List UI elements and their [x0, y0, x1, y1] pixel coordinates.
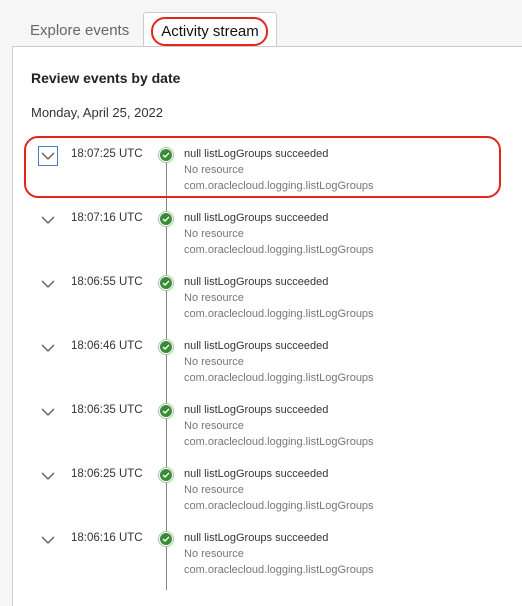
section-title: Review events by date: [31, 70, 181, 86]
event-title: null listLogGroups succeeded: [184, 212, 329, 224]
expand-chevron-button[interactable]: [38, 338, 58, 358]
event-title: null listLogGroups succeeded: [184, 404, 329, 416]
event-row: 18:06:46 UTC null listLogGroups succeede…: [0, 336, 522, 392]
event-time: 18:06:55 UTC: [71, 276, 143, 288]
event-resource: No resource: [184, 548, 244, 560]
check-circle-icon: [158, 403, 174, 419]
check-circle-icon: [158, 147, 174, 163]
event-type: com.oraclecloud.logging.listLogGroups: [184, 180, 374, 192]
event-type: com.oraclecloud.logging.listLogGroups: [184, 500, 374, 512]
expand-chevron-button[interactable]: [38, 146, 58, 166]
event-resource: No resource: [184, 356, 244, 368]
event-title: null listLogGroups succeeded: [184, 340, 329, 352]
event-title: null listLogGroups succeeded: [184, 468, 329, 480]
date-heading: Monday, April 25, 2022: [31, 105, 164, 120]
check-circle-icon: [158, 531, 174, 547]
chevron-down-icon: [41, 152, 55, 160]
event-time: 18:06:46 UTC: [71, 340, 143, 352]
event-resource: No resource: [184, 484, 244, 496]
event-row: 18:07:25 UTC null listLogGroups succeede…: [0, 144, 522, 200]
tab-explore-events[interactable]: Explore events: [30, 22, 129, 39]
tab-activity-stream[interactable]: Activity stream: [143, 12, 277, 47]
chevron-down-icon: [41, 536, 55, 544]
event-title: null listLogGroups succeeded: [184, 532, 329, 544]
chevron-down-icon: [41, 216, 55, 224]
event-type: com.oraclecloud.logging.listLogGroups: [184, 372, 374, 384]
event-time: 18:06:35 UTC: [71, 404, 143, 416]
event-type: com.oraclecloud.logging.listLogGroups: [184, 308, 374, 320]
chevron-down-icon: [41, 472, 55, 480]
event-row: 18:06:55 UTC null listLogGroups succeede…: [0, 272, 522, 328]
check-circle-icon: [158, 339, 174, 355]
event-type: com.oraclecloud.logging.listLogGroups: [184, 244, 374, 256]
expand-chevron-button[interactable]: [38, 274, 58, 294]
event-type: com.oraclecloud.logging.listLogGroups: [184, 436, 374, 448]
tab-bar: Explore events Activity stream: [0, 0, 522, 47]
check-circle-icon: [158, 211, 174, 227]
event-time: 18:07:25 UTC: [71, 148, 143, 160]
expand-chevron-button[interactable]: [38, 402, 58, 422]
event-time: 18:07:16 UTC: [71, 212, 143, 224]
event-time: 18:06:16 UTC: [71, 532, 143, 544]
chevron-down-icon: [41, 408, 55, 416]
event-row: 18:06:35 UTC null listLogGroups succeede…: [0, 400, 522, 456]
chevron-down-icon: [41, 344, 55, 352]
event-row: 18:06:16 UTC null listLogGroups succeede…: [0, 528, 522, 584]
check-circle-icon: [158, 275, 174, 291]
expand-chevron-button[interactable]: [38, 530, 58, 550]
event-title: null listLogGroups succeeded: [184, 276, 329, 288]
chevron-down-icon: [41, 280, 55, 288]
event-resource: No resource: [184, 164, 244, 176]
expand-chevron-button[interactable]: [38, 210, 58, 230]
event-title: null listLogGroups succeeded: [184, 148, 329, 160]
event-row: 18:06:25 UTC null listLogGroups succeede…: [0, 464, 522, 520]
event-resource: No resource: [184, 228, 244, 240]
event-time: 18:06:25 UTC: [71, 468, 143, 480]
event-row: 18:07:16 UTC null listLogGroups succeede…: [0, 208, 522, 264]
tab-activity-stream-label: Activity stream: [161, 23, 259, 40]
event-type: com.oraclecloud.logging.listLogGroups: [184, 564, 374, 576]
expand-chevron-button[interactable]: [38, 466, 58, 486]
check-circle-icon: [158, 467, 174, 483]
event-resource: No resource: [184, 420, 244, 432]
event-resource: No resource: [184, 292, 244, 304]
